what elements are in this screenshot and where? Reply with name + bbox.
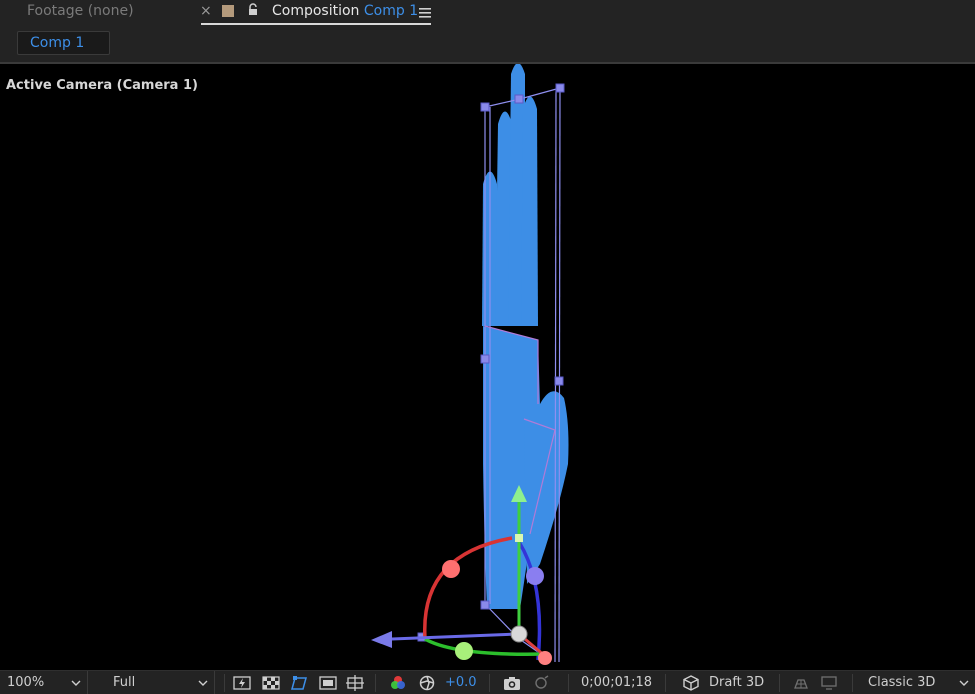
exposure-reset-icon[interactable] xyxy=(418,675,436,691)
toolbar-separator xyxy=(665,674,666,692)
draft-3d-cube-icon[interactable] xyxy=(682,675,700,691)
resolution-dropdown[interactable]: Full xyxy=(103,671,215,694)
camera-snapshot-icon[interactable] xyxy=(503,675,521,691)
x-axis-arrow xyxy=(371,631,392,648)
fast-previews-icon[interactable] xyxy=(233,675,251,691)
y-axis-square-handle xyxy=(515,534,523,542)
chevron-down-icon xyxy=(71,680,81,686)
panel-tab-bar: Footage (none) × Composition Comp 1 xyxy=(0,0,975,27)
anchor-point xyxy=(510,625,528,643)
tab-composition-name: Comp 1 xyxy=(363,3,419,19)
toolbar-separator xyxy=(568,674,569,692)
viewer-toolbar: 100% Full +0.0 0;00;01;18 Draft 3D Class… xyxy=(0,670,975,694)
3d-renderer-value: Classic 3D xyxy=(868,675,936,690)
tab-footage[interactable]: Footage (none) xyxy=(27,3,134,19)
tab-footage-value: (none) xyxy=(87,3,134,19)
x-rotation-handle xyxy=(442,560,460,578)
toolbar-separator xyxy=(224,674,225,692)
z-axis-handle xyxy=(538,651,552,665)
lock-icon[interactable] xyxy=(246,2,260,16)
tab-composition[interactable]: Composition Comp 1 xyxy=(272,3,418,19)
chevron-down-icon xyxy=(959,680,969,686)
z-rotation-handle xyxy=(526,567,544,585)
composition-viewer[interactable]: Active Camera (Camera 1) xyxy=(0,64,975,670)
show-snapshot-icon[interactable] xyxy=(532,675,550,691)
tab-composition-prefix: Composition xyxy=(272,3,360,19)
magnification-value: 100% xyxy=(7,675,45,690)
comp-nav-bar: Comp 1 xyxy=(0,27,975,62)
active-camera-label: Active Camera (Camera 1) xyxy=(6,78,198,93)
grid-guides-icon[interactable] xyxy=(346,675,364,691)
3d-ground-plane-icon[interactable] xyxy=(792,675,810,691)
channel-rgb-icon[interactable] xyxy=(389,675,407,691)
toolbar-separator xyxy=(375,674,376,692)
mask-path-visibility-icon[interactable] xyxy=(290,675,308,691)
close-tab-icon[interactable]: × xyxy=(200,3,212,19)
transparency-grid-icon[interactable] xyxy=(262,675,280,691)
comp-color-swatch[interactable] xyxy=(222,5,234,17)
extended-viewer-icon[interactable] xyxy=(820,675,838,691)
resolution-value: Full xyxy=(113,675,136,690)
viewer-scene[interactable] xyxy=(0,64,975,670)
tab-footage-label: Footage xyxy=(27,3,84,19)
exposure-value[interactable]: +0.0 xyxy=(445,671,477,694)
x-axis-line xyxy=(391,632,520,641)
magnification-dropdown[interactable]: 100% xyxy=(0,671,88,694)
3d-renderer-dropdown[interactable]: Classic 3D xyxy=(859,671,975,694)
chevron-down-icon xyxy=(198,680,208,686)
region-of-interest-icon[interactable] xyxy=(319,675,337,691)
toolbar-separator xyxy=(489,674,490,692)
active-tab-underline xyxy=(201,23,431,25)
comp-breadcrumb-button[interactable]: Comp 1 xyxy=(17,31,110,55)
current-time-display[interactable]: 0;00;01;18 xyxy=(581,671,652,694)
y-rotation-handle xyxy=(455,642,473,660)
toolbar-separator xyxy=(852,674,853,692)
hamburger-menu-icon[interactable] xyxy=(419,4,431,18)
toolbar-separator xyxy=(779,674,780,692)
draft-3d-toggle[interactable]: Draft 3D xyxy=(709,671,764,694)
